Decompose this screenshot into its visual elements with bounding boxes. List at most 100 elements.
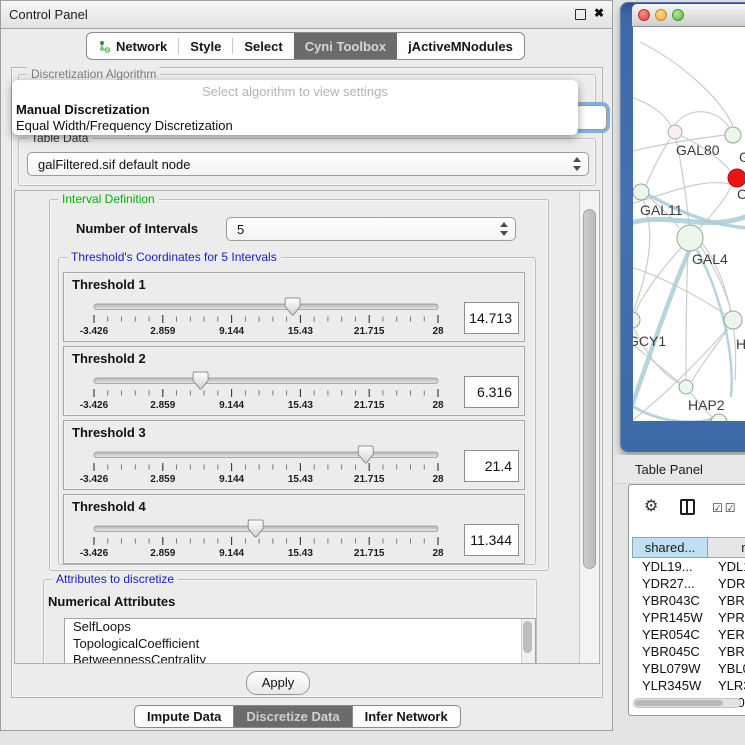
table-row[interactable]: YLR345WYLR34 [632,677,745,694]
table-row[interactable]: YDR27...YDR27 [632,575,745,592]
table-cell[interactable]: YDR27 [708,575,745,592]
network-node-top-right[interactable] [725,127,741,143]
slider-track[interactable] [94,304,438,310]
tab-discretize-data[interactable]: Discretize Data [233,706,352,727]
column-header-shared-name[interactable]: shared... [632,537,708,558]
threshold-value-field[interactable]: 21.4 [464,450,519,482]
table-row[interactable]: YPR145WYPR14 [632,609,745,626]
network-node-hap2[interactable] [679,380,693,394]
thresholds-group-label: Threshold's Coordinates for 5 Intervals [67,250,281,264]
table-hscrollbar[interactable] [633,698,741,708]
apply-button[interactable]: Apply [246,671,310,695]
tab-cyni-toolbox[interactable]: Cyni Toolbox [294,33,397,59]
tab-network-label: Network [116,39,167,54]
table-cell[interactable]: YBR043C [632,592,708,609]
table-panel-titlebar: Table Panel [613,455,745,484]
network-node-red[interactable] [728,169,745,187]
table-cell[interactable]: YLR345W [632,677,708,694]
network-node-bottom[interactable] [711,414,727,421]
slider-thumb[interactable] [193,372,208,389]
slider-thumb[interactable] [248,520,263,537]
dropdown-option-manual-discretization[interactable]: Manual Discretization [15,102,150,118]
table-cell[interactable]: YBR04 [708,592,745,609]
network-node-gal4[interactable] [677,225,703,251]
threshold-value-field[interactable]: 14.713 [464,302,519,334]
select-columns-icon[interactable]: ☑☑ [712,501,738,515]
svg-text:2.859: 2.859 [150,326,175,337]
number-of-intervals-combobox[interactable]: 5 [226,217,516,241]
table-cell[interactable]: YDL19... [632,558,708,575]
network-window-titlebar[interactable] [632,4,745,27]
list-scrollbar[interactable] [521,619,535,664]
close-traffic-light[interactable] [638,9,650,21]
tab-network[interactable]: Network [87,33,178,59]
threshold-slider[interactable]: -3.4262.8599.14415.4321.71528 [66,295,468,341]
threshold-slider[interactable]: -3.4262.8599.14415.4321.71528 [66,517,468,563]
tab-style[interactable]: Style [179,33,232,59]
panel-title: Control Panel [9,7,88,22]
number-of-intervals-value: 5 [237,222,244,237]
threshold-value-field[interactable]: 6.316 [464,376,519,408]
close-icon[interactable]: ✖ [594,6,604,20]
network-node-gcy1[interactable] [633,312,640,328]
list-scrollbar-thumb[interactable] [523,621,532,653]
threshold-slider[interactable]: -3.4262.8599.14415.4321.71528 [66,369,468,415]
table-cell[interactable]: YBR045C [632,643,708,660]
slider-thumb[interactable] [358,446,373,463]
algorithm-combobox[interactable] [575,105,607,130]
table-data-combobox[interactable]: galFiltered.sif default node [27,152,589,176]
slider-track[interactable] [94,378,438,384]
panel-scrollbar-thumb[interactable] [583,209,596,569]
dropdown-option-equal-width-frequency[interactable]: Equal Width/Frequency Discretization [15,118,233,134]
table-cell[interactable]: YDL19 [708,558,745,575]
panel-scrollbar[interactable] [579,191,600,663]
bottom-tab-bar: Impute Data Discretize Data Infer Networ… [134,705,461,728]
table-row[interactable]: YER054CYER05 [632,626,745,643]
column-header-name[interactable]: name [708,537,745,558]
threshold-slider[interactable]: -3.4262.8599.14415.4321.71528 [66,443,468,489]
slider-track[interactable] [94,526,438,532]
table-cell[interactable]: YDR27... [632,575,708,592]
tab-select[interactable]: Select [233,33,293,59]
table-cell[interactable]: YPR145W [632,609,708,626]
table-row[interactable]: YDL19...YDL19 [632,558,745,575]
tab-jactivemnodules[interactable]: jActiveMNodules [397,33,524,59]
numerical-attributes-list[interactable]: SelfLoopsTopologicalCoefficientBetweenne… [64,618,536,664]
slider-thumb[interactable] [285,298,300,315]
zoom-traffic-light[interactable] [672,9,684,21]
table-cell[interactable]: YPR14 [708,609,745,626]
cyni-content-panel: Discretization Algorithm Table Data galF… [11,67,603,698]
attribute-item[interactable]: TopologicalCoefficient [65,636,535,653]
table-cell[interactable]: YER054C [632,626,708,643]
attribute-item[interactable]: BetweennessCentrality [65,652,535,664]
network-node-label: HAP2 [688,397,725,413]
tab-impute-data[interactable]: Impute Data [135,706,233,727]
svg-text:-3.426: -3.426 [80,548,109,559]
table-body: YDL19...YDL19YDR27...YDR27YBR043CYBR04YP… [632,558,745,711]
attribute-item[interactable]: SelfLoops [65,619,535,636]
table-row[interactable]: YBR045CYBR04 [632,643,745,660]
table-row[interactable]: YBR043CYBR04 [632,592,745,609]
slider-track[interactable] [94,452,438,458]
table-panel-title: Table Panel [635,462,703,477]
network-canvas[interactable]: GAL80GACGAL11GAL4GCY1HHAP2 [633,27,745,421]
threshold-value-field[interactable]: 11.344 [464,524,519,556]
gear-icon[interactable]: ⚙ [644,496,658,516]
split-columns-icon[interactable] [680,499,695,515]
minimize-traffic-light[interactable] [655,9,667,21]
table-row[interactable]: YBL079WYBL07 [632,660,745,677]
network-node-gal11[interactable] [633,184,649,200]
svg-text:21.715: 21.715 [354,474,385,485]
tab-infer-network[interactable]: Infer Network [353,706,460,727]
network-node-right-mid[interactable] [724,311,742,329]
table-cell[interactable]: YLR34 [708,677,745,694]
table-cell[interactable]: YBR04 [708,643,745,660]
table-hscrollbar-thumb[interactable] [635,700,723,706]
threshold-panel-3: Threshold 3-3.4262.8599.14415.4321.71528… [63,420,525,490]
table-cell[interactable]: YBL07 [708,660,745,677]
table-cell[interactable]: YBL079W [632,660,708,677]
float-window-icon[interactable] [575,9,586,20]
network-node-gal80[interactable] [668,125,682,139]
table-cell[interactable]: YER05 [708,626,745,643]
svg-text:21.715: 21.715 [354,400,385,411]
